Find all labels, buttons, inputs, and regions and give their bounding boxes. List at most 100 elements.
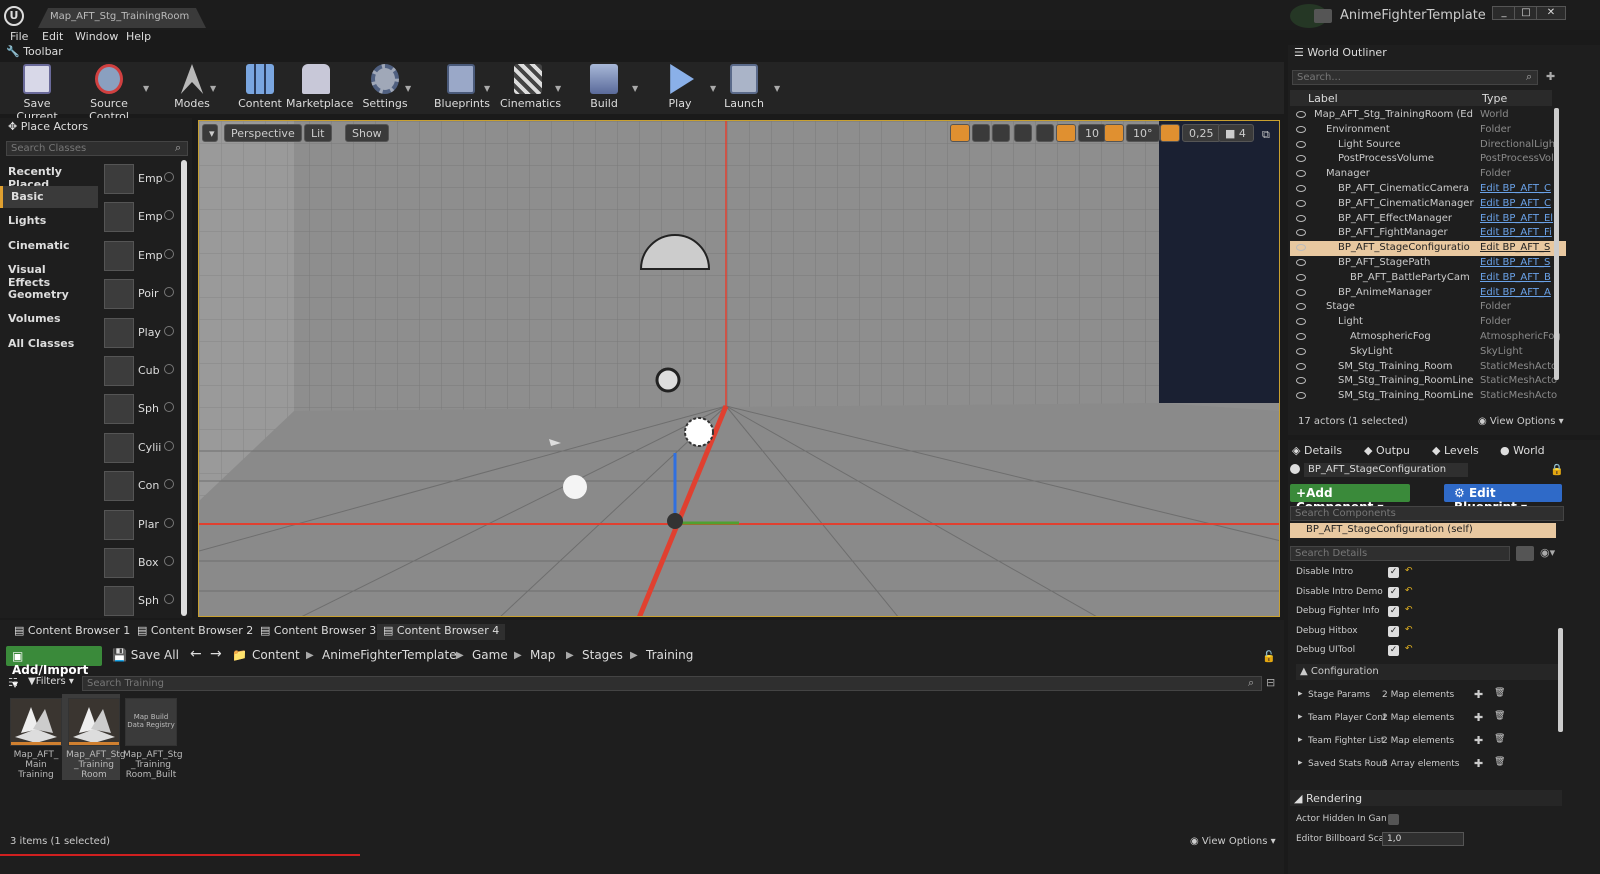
play-dropdown[interactable]: ▼ bbox=[710, 84, 716, 93]
reset-icon[interactable]: ↶ bbox=[1405, 566, 1413, 576]
visibility-eye-icon[interactable] bbox=[1296, 199, 1306, 207]
content-browser-tab[interactable]: ▤ Content Browser 4 bbox=[377, 624, 506, 640]
rotation-snap-value[interactable]: 10° bbox=[1126, 124, 1160, 142]
breadcrumb-item[interactable]: Map bbox=[530, 648, 555, 662]
sources-toggle-icon[interactable]: ☷ bbox=[8, 676, 18, 689]
map-property-row[interactable]: ▸ Saved Stats Roun 3 Array elements ✚ 🗑 bbox=[1298, 757, 1528, 775]
camera-speed-button[interactable]: ■ 4 bbox=[1218, 124, 1254, 142]
build-button[interactable]: Build bbox=[584, 64, 624, 110]
outliner-row[interactable]: BP_AFT_FightManager Edit BP_AFT_Fi bbox=[1290, 226, 1566, 241]
visibility-eye-icon[interactable] bbox=[1296, 333, 1306, 340]
visibility-eye-icon[interactable] bbox=[1296, 288, 1306, 296]
info-icon[interactable] bbox=[164, 440, 174, 451]
category-6[interactable]: Volumes bbox=[0, 308, 98, 330]
eye-icon[interactable]: ◉▾ bbox=[1540, 546, 1555, 559]
save-current-button[interactable]: Save Current bbox=[6, 64, 68, 123]
category-7[interactable]: All Classes bbox=[0, 333, 98, 355]
property-checkbox[interactable]: ✓ bbox=[1388, 586, 1399, 598]
grid-snap-value[interactable]: 10 bbox=[1078, 124, 1106, 142]
rotate-icon[interactable] bbox=[972, 124, 990, 142]
blueprints-button[interactable]: Blueprints bbox=[434, 64, 490, 110]
marketplace-button[interactable]: Marketplace bbox=[286, 64, 353, 110]
reset-icon[interactable]: ↶ bbox=[1405, 605, 1413, 615]
source-control-dropdown[interactable]: ▼ bbox=[143, 84, 149, 93]
info-icon[interactable] bbox=[164, 248, 174, 259]
actor-item[interactable]: Emp bbox=[102, 162, 180, 196]
editor-billboard-input[interactable]: 1,0 bbox=[1382, 832, 1464, 846]
category-5[interactable]: Geometry bbox=[0, 284, 98, 306]
property-checkbox[interactable]: ✓ bbox=[1388, 645, 1399, 657]
category-1[interactable]: Basic bbox=[0, 185, 98, 208]
visibility-eye-icon[interactable] bbox=[1296, 259, 1306, 266]
search-details-input[interactable]: Search Details bbox=[1290, 546, 1510, 561]
menu-edit[interactable]: Edit bbox=[42, 30, 63, 43]
visibility-eye-icon[interactable] bbox=[1296, 229, 1306, 237]
lit-button[interactable]: Lit bbox=[304, 124, 332, 142]
tab-levels[interactable]: ◆ Levels bbox=[1432, 444, 1479, 457]
outliner-row[interactable]: BP_AnimeManager Edit BP_AFT_A bbox=[1290, 286, 1566, 301]
outliner-row[interactable]: Light Folder bbox=[1290, 315, 1566, 330]
category-2[interactable]: Lights bbox=[0, 210, 98, 232]
add-import-button[interactable]: ▣ Add/Import ▾ bbox=[6, 646, 102, 691]
property-checkbox[interactable]: ✓ bbox=[1388, 567, 1399, 578]
info-icon[interactable] bbox=[164, 210, 174, 221]
search-classes-input[interactable]: Search Classes bbox=[6, 141, 188, 156]
reset-icon[interactable]: ↶ bbox=[1405, 644, 1413, 654]
visibility-eye-icon[interactable] bbox=[1296, 377, 1306, 385]
outliner-row[interactable]: SM_Stg_Training_RoomLine StaticMeshActo bbox=[1290, 374, 1566, 389]
breadcrumb-separator-icon[interactable]: ▶ bbox=[456, 650, 464, 661]
info-icon[interactable] bbox=[164, 479, 174, 490]
play-button[interactable]: Play bbox=[660, 64, 700, 110]
actor-item[interactable]: Emp bbox=[102, 239, 180, 273]
outliner-row[interactable]: SM_Stg_Training_Room StaticMeshActo bbox=[1290, 360, 1566, 375]
search-training-input[interactable]: Search Training bbox=[82, 676, 1262, 691]
visibility-eye-icon[interactable] bbox=[1296, 125, 1306, 133]
breadcrumb-item[interactable]: Training bbox=[646, 648, 693, 662]
outliner-row[interactable]: BP_AFT_BattlePartyCam Edit BP_AFT_B bbox=[1290, 271, 1566, 286]
show-button[interactable]: Show bbox=[345, 124, 389, 142]
content-browser-tab[interactable]: ▤ Content Browser 3 bbox=[254, 624, 382, 640]
actor-item[interactable]: Cub bbox=[102, 354, 180, 388]
trash-icon[interactable]: 🗑 bbox=[1494, 734, 1505, 744]
visibility-eye-icon[interactable] bbox=[1296, 214, 1306, 222]
modes-dropdown[interactable]: ▼ bbox=[210, 84, 216, 93]
expand-arrow-icon[interactable]: ▸ bbox=[1298, 735, 1303, 745]
type-column-header[interactable]: Type bbox=[1482, 92, 1507, 105]
info-icon[interactable] bbox=[164, 172, 174, 182]
place-actors-tab[interactable]: ✥ Place Actors bbox=[8, 120, 88, 133]
outliner-row-type[interactable]: Edit BP_AFT_C bbox=[1480, 183, 1562, 194]
tab-world[interactable]: ● World bbox=[1500, 444, 1545, 457]
actor-name-field[interactable]: BP_AFT_StageConfiguration bbox=[1304, 463, 1468, 477]
info-icon[interactable] bbox=[164, 402, 174, 413]
tab-output[interactable]: ◆ Outpu bbox=[1364, 444, 1410, 457]
category-3[interactable]: Cinematic bbox=[0, 235, 98, 257]
add-element-icon[interactable]: ✚ bbox=[1474, 688, 1483, 701]
outliner-row[interactable]: Manager Folder bbox=[1290, 167, 1566, 182]
breadcrumb-separator-icon[interactable]: ▶ bbox=[630, 650, 638, 661]
outliner-row[interactable]: BP_AFT_CinematicManager Edit BP_AFT_C bbox=[1290, 197, 1566, 212]
outliner-row[interactable]: Light Source DirectionalLight bbox=[1290, 138, 1566, 153]
outliner-search-input[interactable]: Search... bbox=[1292, 70, 1538, 85]
add-icon[interactable]: ✚ bbox=[1546, 70, 1555, 83]
details-scrollbar[interactable] bbox=[1558, 628, 1563, 732]
reset-icon[interactable]: ↶ bbox=[1405, 625, 1413, 635]
breadcrumb-item[interactable]: Stages bbox=[582, 648, 623, 662]
breadcrumb-separator-icon[interactable]: ▶ bbox=[566, 650, 574, 661]
content-view-options[interactable]: ◉ View Options ▾ bbox=[1190, 836, 1276, 847]
outliner-row-type[interactable]: Edit BP_AFT_C bbox=[1480, 198, 1562, 209]
info-icon[interactable] bbox=[164, 517, 174, 528]
content-browser-tab[interactable]: ▤ Content Browser 2 bbox=[131, 624, 259, 640]
translate-icon[interactable] bbox=[950, 124, 970, 142]
expand-arrow-icon[interactable]: ▸ bbox=[1298, 758, 1303, 768]
save-all-button[interactable]: 💾 Save All bbox=[112, 648, 179, 662]
grid-snap-icon[interactable] bbox=[1056, 124, 1076, 142]
property-checkbox[interactable]: ✓ bbox=[1388, 606, 1399, 618]
outliner-row-type[interactable]: Edit BP_AFT_Fi bbox=[1480, 227, 1562, 238]
world-outliner-tab[interactable]: ☰ World Outliner bbox=[1294, 46, 1387, 59]
scale-icon[interactable] bbox=[992, 124, 1010, 142]
launch-dropdown[interactable]: ▼ bbox=[774, 84, 780, 93]
outliner-row[interactable]: Environment Folder bbox=[1290, 123, 1566, 138]
minimize-button[interactable]: _ bbox=[1492, 6, 1516, 20]
outliner-row[interactable]: PostProcessVolume PostProcessVol bbox=[1290, 152, 1566, 167]
modes-button[interactable]: Modes bbox=[170, 64, 214, 110]
